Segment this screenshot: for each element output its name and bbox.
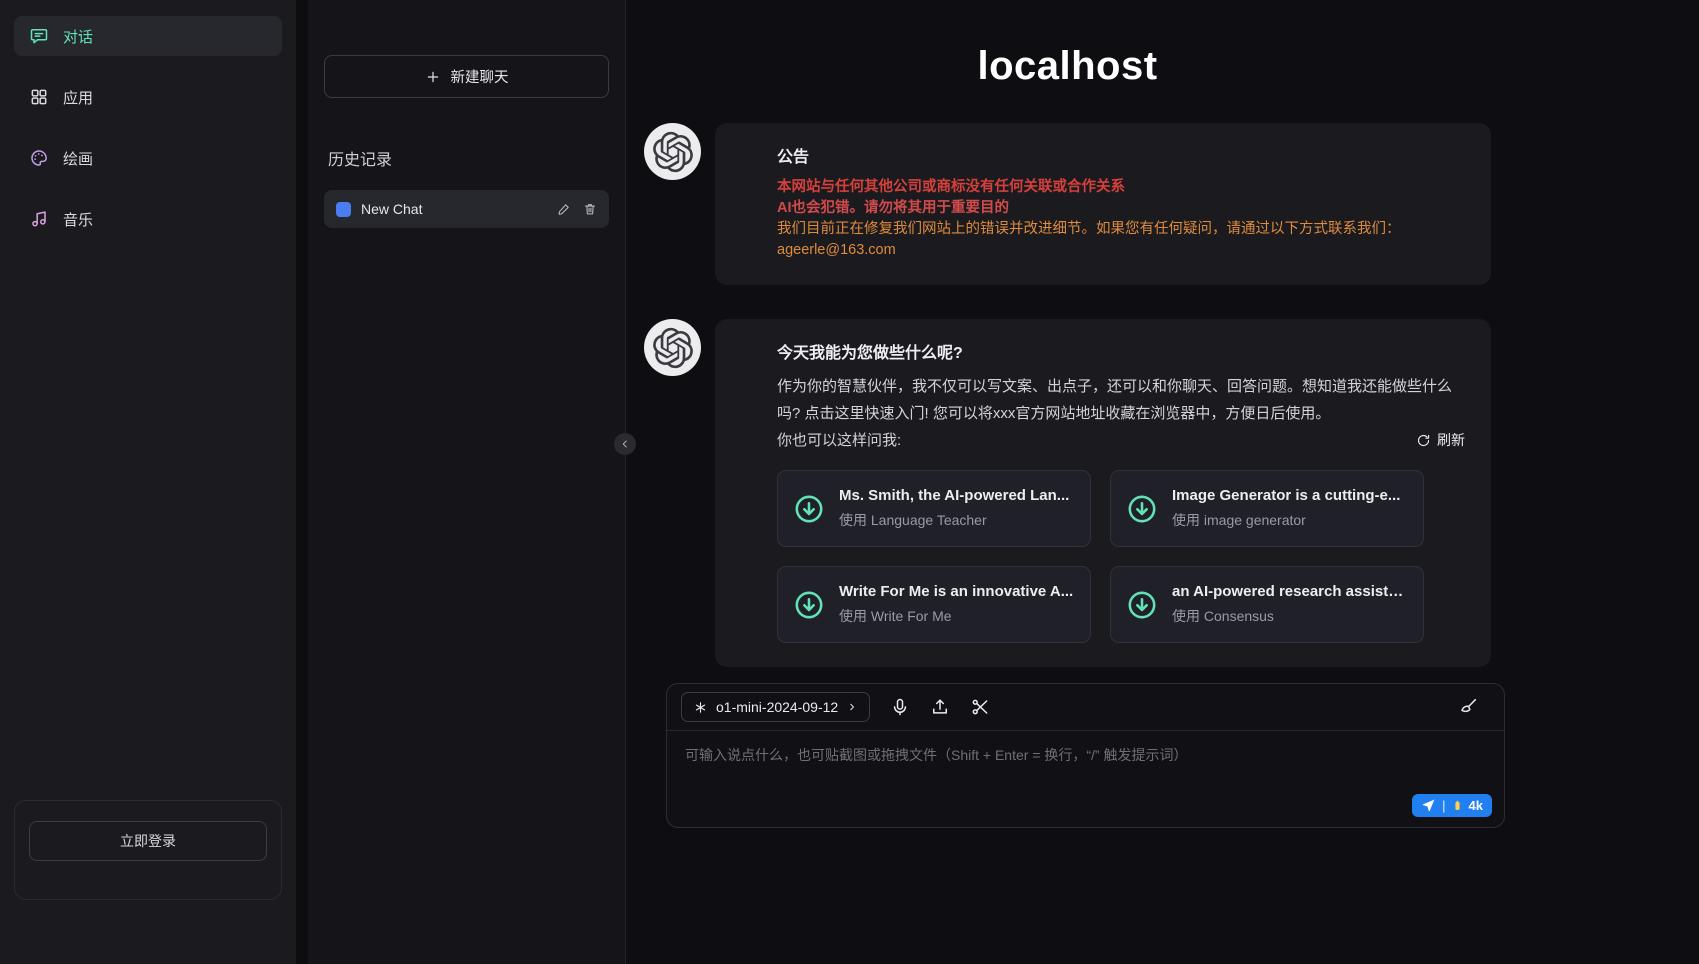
openai-logo-icon [652,131,694,173]
suggestion-title: Ms. Smith, the AI-powered Lan... [839,487,1069,504]
sidebar-item-chat[interactable]: 对话 [14,16,282,56]
refresh-button[interactable]: 刷新 [1416,427,1465,454]
send-divider: | [1442,798,1445,813]
suggestion-text: Image Generator is a cutting-e... 使用 ima… [1172,487,1400,530]
contact-email-link[interactable]: ageerle@163.com [777,240,896,261]
sidebar-item-music[interactable]: 音乐 [14,199,282,239]
apps-grid-icon [29,87,49,107]
suggestion-text: an AI-powered research assista... 使用 Con… [1172,583,1409,626]
suggestion-subtitle: 使用 image generator [1172,510,1400,530]
broom-icon[interactable] [1458,697,1478,717]
chevron-right-icon [846,701,858,713]
token-icon [1452,798,1463,813]
announcement-heading: 公告 [777,143,1465,167]
message-bubble: 公告 本网站与任何其他公司或商标没有任何关联或合作关系 AI也会犯错。请勿将其用… [715,123,1491,285]
collapse-sidebar-button[interactable] [614,433,636,455]
upload-icon[interactable] [930,697,950,717]
sidebar: 对话 应用 绘画 音乐 立即登录 [0,0,296,964]
suggestion-card[interactable]: Image Generator is a cutting-e... 使用 ima… [1110,470,1424,547]
suggestion-subtitle: 使用 Write For Me [839,606,1073,626]
new-chat-label: 新建聊天 [451,66,509,87]
chevron-left-icon [619,438,631,450]
composer-body: | 4k [667,731,1504,827]
openai-logo-icon [652,327,694,369]
suggestion-title: Write For Me is an innovative A... [839,583,1073,600]
suggestion-card[interactable]: Write For Me is an innovative A... 使用 Wr… [777,566,1091,643]
circle-arrow-down-icon [792,492,826,526]
send-button[interactable]: | 4k [1412,794,1492,817]
send-icon [1421,798,1436,813]
suggestion-text: Ms. Smith, the AI-powered Lan... 使用 Lang… [839,487,1069,530]
app-root: 对话 应用 绘画 音乐 立即登录 [0,0,1699,964]
microphone-icon[interactable] [890,697,910,717]
message-bubble: 今天我能为您做些什么呢? 作为你的智慧伙伴，我不仅可以写文案、出点子，还可以和你… [715,319,1491,667]
sidebar-item-label: 应用 [63,87,93,108]
conversation-list-panel: 新建聊天 历史记录 New Chat [308,0,626,964]
ask-label: 你也可以这样问我: [777,427,901,454]
login-button[interactable]: 立即登录 [29,821,267,861]
conversation-icon [336,202,351,217]
scissors-icon[interactable] [970,697,990,717]
plus-icon [425,69,441,85]
new-chat-button[interactable]: 新建聊天 [324,55,609,98]
sidebar-item-draw[interactable]: 绘画 [14,138,282,178]
message-list: 公告 本网站与任何其他公司或商标没有任何关联或合作关系 AI也会犯错。请勿将其用… [626,89,1699,667]
composer: o1-mini-2024-09-12 [666,683,1505,828]
music-note-icon [29,209,49,229]
conversation-title: New Chat [361,201,547,217]
announcement-line-1: 本网站与任何其他公司或商标没有任何关联或合作关系 [777,177,1465,198]
model-label: o1-mini-2024-09-12 [716,699,838,715]
welcome-heading: 今天我能为您做些什么呢? [777,339,1465,363]
history-label: 历史记录 [328,146,605,170]
login-panel: 立即登录 [14,800,282,900]
message-input[interactable] [667,731,1504,827]
assistant-avatar [644,123,701,180]
edit-icon[interactable] [557,202,571,216]
suggestion-card[interactable]: an AI-powered research assista... 使用 Con… [1110,566,1424,643]
page-title: localhost [644,44,1491,89]
circle-arrow-down-icon [792,588,826,622]
suggestion-card[interactable]: Ms. Smith, the AI-powered Lan... 使用 Lang… [777,470,1091,547]
conversation-item[interactable]: New Chat [324,190,609,228]
refresh-label: 刷新 [1437,427,1465,454]
assistant-avatar [644,319,701,376]
circle-arrow-down-icon [1125,492,1159,526]
sidebar-item-label: 对话 [63,26,93,47]
ask-row: 你也可以这样问我: 刷新 [777,427,1465,454]
circle-arrow-down-icon [1125,588,1159,622]
chat-bubble-icon [29,26,49,46]
palette-icon [29,148,49,168]
chat-main: localhost 公告 本网站与任何其他公司或商标没有任何关联或合作关系 AI… [626,0,1699,964]
sparkle-icon [693,700,708,715]
trash-icon[interactable] [583,202,597,216]
suggestion-title: an AI-powered research assista... [1172,583,1409,600]
announcement-line-3: 我们目前正在修复我们网站上的错误并改进细节。如果您有任何疑问，请通过以下方式联系… [777,219,1465,240]
suggestion-grid: Ms. Smith, the AI-powered Lan... 使用 Lang… [777,470,1465,643]
suggestion-subtitle: 使用 Consensus [1172,606,1409,626]
suggestion-subtitle: 使用 Language Teacher [839,510,1069,530]
message-announcement: 公告 本网站与任何其他公司或商标没有任何关联或合作关系 AI也会犯错。请勿将其用… [644,123,1491,285]
suggestion-text: Write For Me is an innovative A... 使用 Wr… [839,583,1073,626]
sidebar-item-label: 音乐 [63,209,93,230]
message-welcome: 今天我能为您做些什么呢? 作为你的智慧伙伴，我不仅可以写文案、出点子，还可以和你… [644,319,1491,667]
suggestion-title: Image Generator is a cutting-e... [1172,487,1400,504]
refresh-icon [1416,433,1431,448]
composer-toolbar: o1-mini-2024-09-12 [667,684,1504,731]
announcement-line-2: AI也会犯错。请勿将其用于重要目的 [777,198,1465,219]
token-count: 4k [1469,798,1483,813]
sidebar-item-label: 绘画 [63,148,93,169]
sidebar-item-apps[interactable]: 应用 [14,77,282,117]
model-selector[interactable]: o1-mini-2024-09-12 [681,692,870,722]
welcome-body: 作为你的智慧伙伴，我不仅可以写文案、出点子，还可以和你聊天、回答问题。想知道我还… [777,373,1465,427]
sidebar-nav: 对话 应用 绘画 音乐 [14,16,282,260]
conversation-actions [557,202,597,216]
